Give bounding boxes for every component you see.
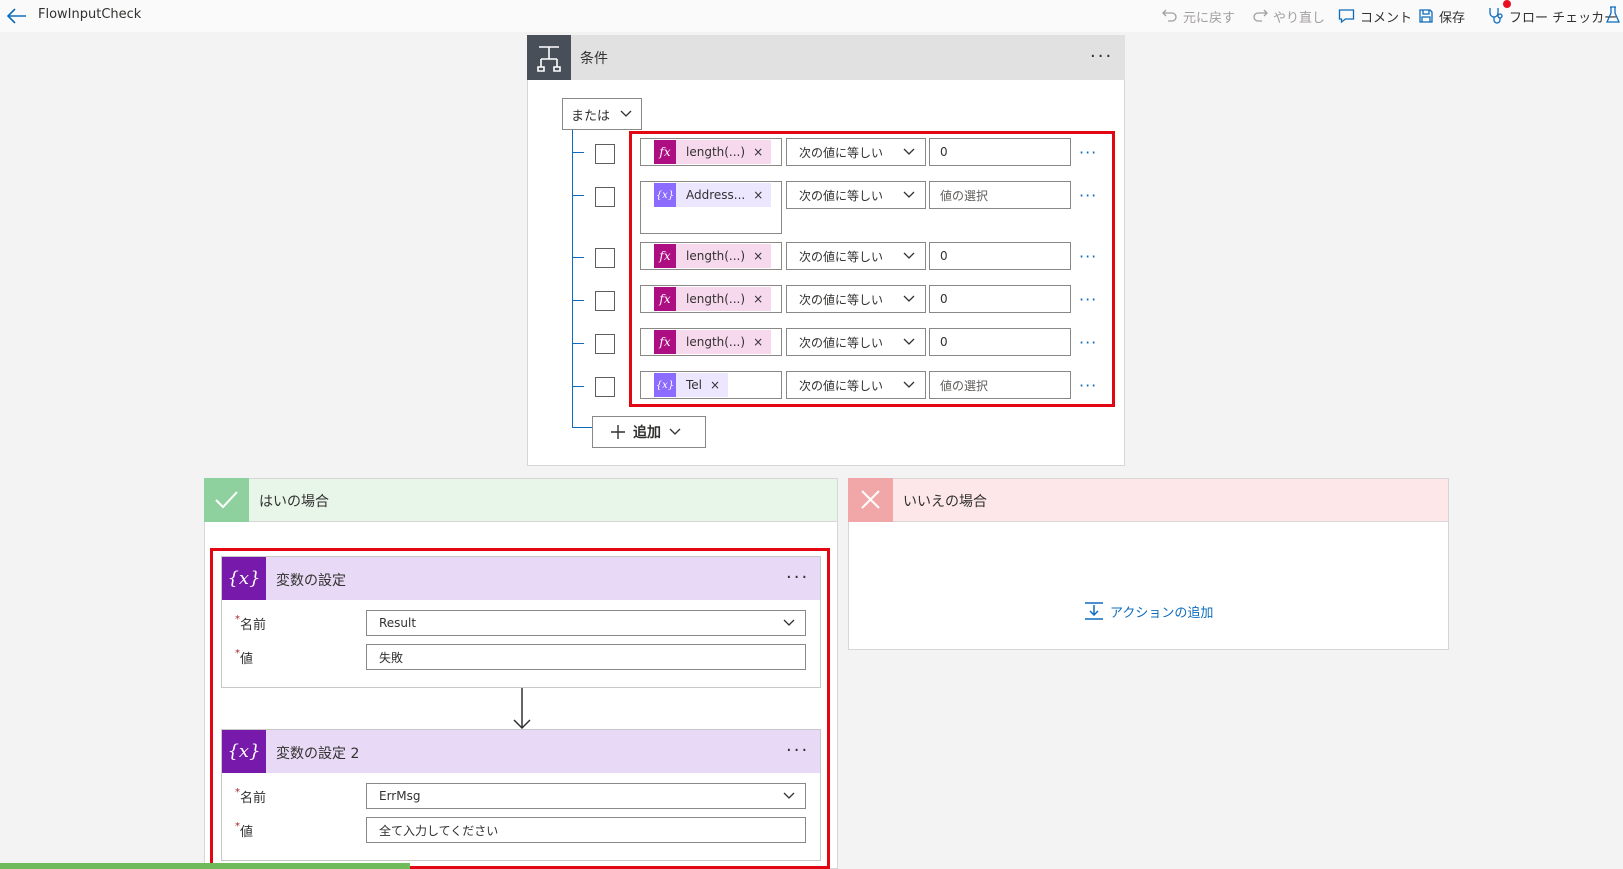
row-checkbox[interactable] — [595, 334, 615, 354]
yes-branch-title: はいの場合 — [259, 494, 329, 510]
undo-icon — [1162, 9, 1177, 22]
tree-branch — [572, 152, 584, 153]
redo-icon — [1253, 9, 1268, 22]
chevron-down-icon — [620, 110, 632, 117]
tree-branch — [572, 195, 584, 196]
row-checkbox[interactable] — [595, 291, 615, 311]
save-button[interactable]: 保存 — [1418, 5, 1465, 27]
plus-icon — [611, 425, 625, 439]
group-operator-label: または — [571, 108, 611, 124]
row-checkbox[interactable] — [595, 187, 615, 207]
save-icon — [1419, 9, 1433, 23]
redo-label: やり直し — [1273, 10, 1326, 26]
close-icon — [848, 478, 893, 522]
group-operator-dropdown[interactable]: または — [562, 98, 642, 130]
tree-branch — [572, 300, 584, 301]
comment-icon — [1338, 9, 1355, 24]
no-branch-title: いいえの場合 — [903, 494, 987, 510]
undo-label: 元に戻す — [1183, 10, 1236, 26]
comment-label: コメント — [1360, 10, 1413, 26]
back-arrow-icon[interactable] — [6, 6, 28, 26]
comment-button[interactable]: コメント — [1338, 5, 1412, 27]
condition-title: 条件 — [580, 51, 608, 67]
row-checkbox[interactable] — [595, 377, 615, 397]
undo-button[interactable]: 元に戻す — [1162, 5, 1235, 27]
tree-branch — [572, 386, 584, 387]
add-action-icon — [1085, 602, 1103, 620]
row-checkbox[interactable] — [595, 144, 615, 164]
add-action-label: アクションの追加 — [1110, 605, 1214, 621]
flow-checker-label: フロー チェッカー — [1509, 10, 1618, 26]
flow-title: FlowInputCheck — [38, 7, 142, 22]
tree-branch — [572, 427, 592, 428]
stethoscope-icon — [1489, 8, 1503, 24]
tree-branch — [572, 343, 584, 344]
add-label: 追加 — [633, 425, 661, 441]
tree-vertical-line — [572, 130, 573, 428]
flow-checker-button[interactable]: フロー チェッカー — [1487, 5, 1617, 27]
chevron-down-icon — [669, 428, 681, 435]
highlight-box — [629, 131, 1115, 407]
condition-icon — [527, 35, 571, 80]
row-checkbox[interactable] — [595, 248, 615, 268]
add-action-link[interactable]: アクションの追加 — [1084, 601, 1213, 621]
add-condition-button[interactable]: 追加 — [592, 416, 706, 448]
check-icon — [204, 478, 249, 522]
tree-branch — [572, 257, 584, 258]
condition-more-icon[interactable]: ··· — [1090, 48, 1113, 66]
save-label: 保存 — [1439, 10, 1466, 26]
error-indicator-dot — [1503, 0, 1511, 8]
test-flask-icon[interactable] — [1605, 6, 1621, 28]
progress-bar — [0, 863, 410, 869]
redo-button[interactable]: やり直し — [1252, 5, 1325, 27]
condition-header[interactable] — [527, 35, 1125, 80]
highlight-box — [210, 548, 830, 869]
